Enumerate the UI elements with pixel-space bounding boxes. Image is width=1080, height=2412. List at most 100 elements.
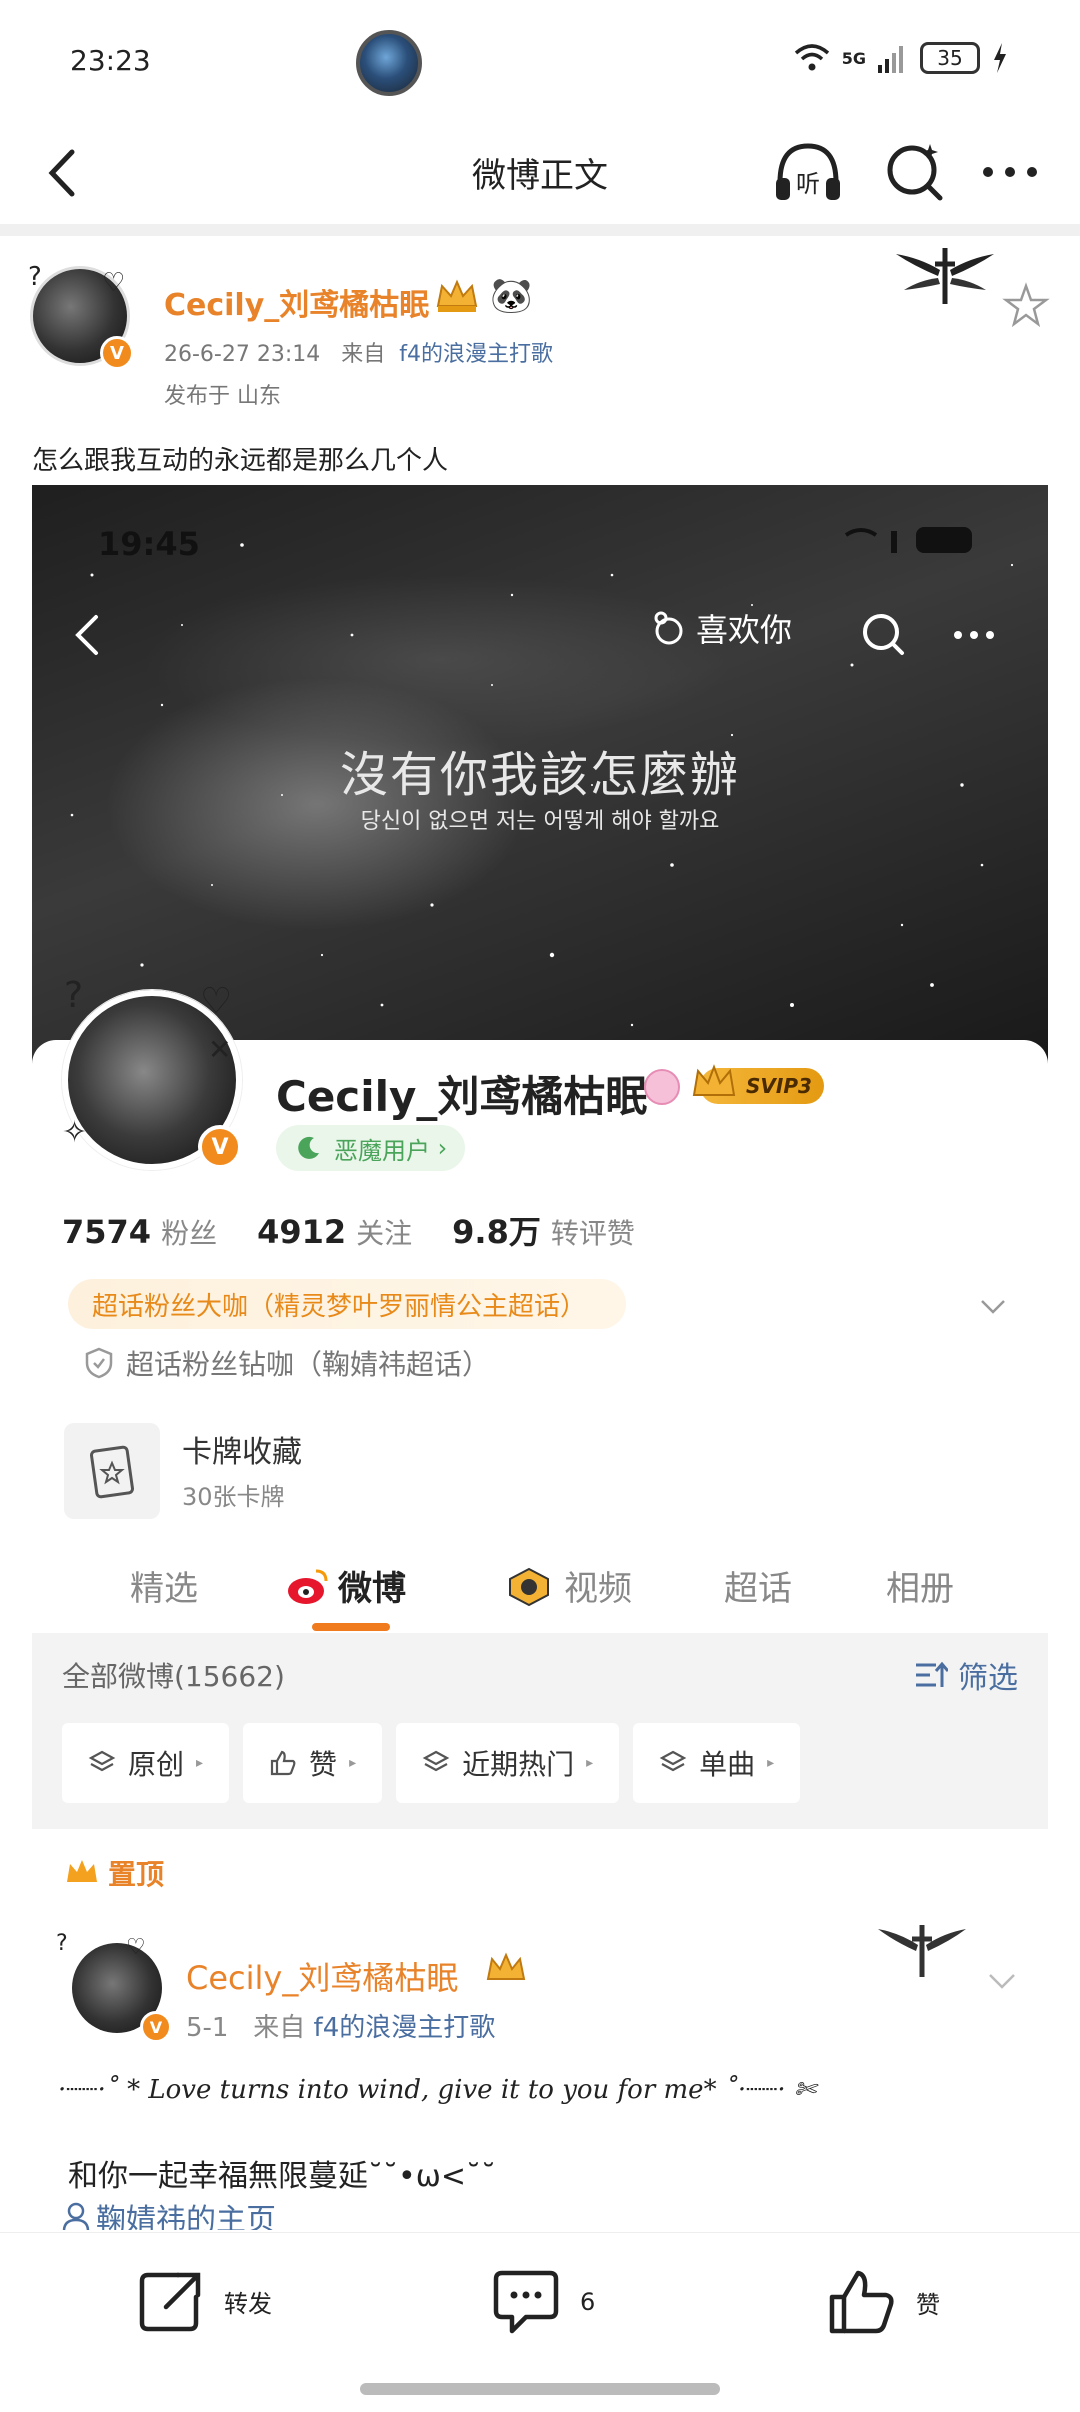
source-prefix: 来自 [341, 342, 386, 367]
repost-icon [139, 2272, 201, 2332]
inner-like-button: 喜欢你 [652, 605, 792, 651]
post-meta: 26-6-27 23:14 来自 f4的浪漫主打歌 [164, 336, 553, 368]
status-bar: 23:23 5G 35 [0, 0, 1080, 120]
tab-album: 相册 [886, 1569, 954, 1609]
inner-status-time: 19:45 [98, 525, 200, 563]
filter-area: 全部微博(15662) 筛选 原创 ▸ 赞 ▸ 近期热门 ▸ 单曲 ▸ [32, 1633, 1048, 1829]
listen-headphones-icon[interactable]: 听 [770, 134, 846, 210]
layers-icon [422, 1750, 450, 1772]
fan-badge: 超话粉丝大咖（精灵梦叶罗丽情公主超话） [68, 1279, 627, 1329]
post-source[interactable]: f4的浪漫主打歌 [399, 342, 553, 367]
home-indicator[interactable] [360, 2383, 720, 2395]
repost-button[interactable]: 转发 [138, 2269, 272, 2333]
stat-interactions: 9.8万 转评赞 [452, 1207, 635, 1253]
post2-meta: 5-1 来自 f4的浪漫主打歌 [186, 2007, 495, 2044]
profile-tabs: 精选 微博 视频 超话 相册 [32, 1553, 1048, 1633]
lyric-chinese: 沒有你我該怎麼辦 [339, 747, 740, 803]
profile-cross-sticker-icon: ✕ [208, 1033, 232, 1066]
video-icon [509, 1567, 549, 1607]
post2-question-sticker-icon: ? [56, 1931, 68, 1956]
pinned-label: 置顶 [64, 1853, 164, 1893]
chip-single: 单曲 ▸ [633, 1723, 801, 1803]
stat-following: 4912 关注 [257, 1212, 412, 1252]
status-icons: 5G 35 [794, 42, 1008, 74]
vip-crown-icon [436, 279, 478, 312]
floating-app-icon[interactable] [356, 30, 422, 96]
thumbs-up-icon [270, 1750, 296, 1776]
post-image[interactable]: 19:45 喜欢你 沒有你我該怎麼辦 당신이 없으면 저는 어떻게 해야 할까요… [32, 485, 1048, 2230]
card-star-icon [89, 1445, 135, 1499]
inner-back-arrow-icon [75, 615, 98, 655]
verified-badge-icon: V [100, 336, 134, 370]
chip-liked-label: 赞 [309, 1748, 338, 1781]
filter-button: 筛选 [914, 1653, 1018, 1697]
weibo-count: 全部微博(15662) [62, 1660, 285, 1693]
nav-bar: 微博正文 听 [0, 120, 1080, 224]
inner-search-icon [863, 614, 904, 655]
weibo-logo-icon [288, 1569, 328, 1604]
lyric-korean: 당신이 없으면 저는 어떻게 해야 할까요 [360, 809, 720, 834]
network-type: 5G [841, 48, 866, 68]
chip-original-label: 原创 [128, 1748, 185, 1781]
user-tag-label: 恶魔用户 [334, 1136, 430, 1165]
tab-video: 视频 [564, 1569, 632, 1609]
pinned-crown-icon [67, 1860, 97, 1882]
svip-crown-icon [692, 1064, 736, 1096]
post2-author: Cecily_刘鸢橘枯眠 [186, 1959, 459, 1997]
favorite-star-icon[interactable] [1002, 282, 1050, 330]
repost-label: 转发 [224, 2289, 272, 2318]
chip-recent-hot: 近期热门 ▸ [396, 1723, 620, 1803]
layers-icon [88, 1750, 116, 1772]
like-button[interactable]: 赞 [828, 2269, 940, 2335]
stat-following-label: 关注 [356, 1217, 413, 1250]
stat-following-num: 4912 [257, 1213, 347, 1251]
stat-interactions-label: 转评赞 [550, 1217, 635, 1250]
profile-stats: 7574 粉丝 4912 关注 9.8万 转评赞 [62, 1207, 635, 1253]
profile-heart-sticker-icon: ♡ [200, 981, 233, 1022]
divider [0, 224, 1080, 236]
active-tab-indicator [312, 1623, 390, 1631]
chip-liked: 赞 ▸ [243, 1723, 383, 1803]
post2-link-label: 鞠婧祎的主页 [96, 2203, 276, 2230]
panda-emoji-icon: 🐼 [490, 276, 533, 316]
question-sticker-icon: ? [28, 262, 42, 292]
heart-sticker-icon: ♡ [102, 268, 126, 298]
charging-icon [994, 43, 1006, 73]
filter-icon [916, 1661, 948, 1687]
shield-icon [85, 1347, 113, 1379]
post2-heart-sticker-icon: ♡ [126, 1935, 146, 1960]
stat-interactions-num: 9.8万 [452, 1213, 541, 1251]
chevron-down-icon [981, 1300, 1005, 1314]
bear-icon [654, 611, 683, 645]
card-collection-title: 卡牌收藏 [182, 1435, 302, 1470]
post2-crown-icon [486, 1952, 526, 1980]
post-location: 发布于 山东 [164, 384, 281, 409]
stat-followers-num: 7574 [62, 1213, 152, 1251]
female-icon [644, 1069, 680, 1105]
post2-chevron-down-icon [989, 1974, 1015, 1989]
layers-icon [659, 1750, 687, 1772]
profile-verified-badge-icon: V [198, 1125, 242, 1169]
chip-single-label: 单曲 [699, 1748, 756, 1781]
starry-sky-background: 19:45 喜欢你 沒有你我該怎麼辦 당신이 없으면 저는 어떻게 해야 할까요 [32, 485, 1048, 1065]
profile-sparkle-sticker-icon: ✧ [62, 1115, 88, 1150]
chip-original: 原创 ▸ [62, 1723, 230, 1803]
post-date: 26-6-27 23:14 [164, 342, 321, 367]
inner-status-icons [844, 527, 972, 553]
comment-button[interactable]: 6 [492, 2269, 595, 2335]
chip-recent-hot-label: 近期热门 [462, 1748, 575, 1781]
post2-link: 鞠婧祎的主页 [62, 2195, 276, 2230]
stat-followers-label: 粉丝 [161, 1217, 218, 1250]
author-name[interactable]: Cecily_刘鸢橘枯眠 [164, 280, 429, 324]
more-options-icon[interactable] [972, 134, 1048, 210]
gothic-cross-ornament-icon [896, 248, 994, 304]
battery-indicator: 35 [920, 42, 980, 74]
card-collection-icon [64, 1423, 160, 1519]
post2-decorative-line: ·┈┈·˚ * Love turns into wind, give it to… [58, 2075, 816, 2105]
post2-verified-badge-icon: V [140, 2011, 172, 2043]
pinned-text: 置顶 [108, 1858, 165, 1891]
post2-text: 和你一起幸福無限蔓延˘˘•ω<˘˘ [68, 2159, 496, 2194]
comment-count: 6 [580, 2288, 596, 2316]
search-icon[interactable] [878, 134, 954, 210]
listen-label: 听 [796, 170, 820, 198]
